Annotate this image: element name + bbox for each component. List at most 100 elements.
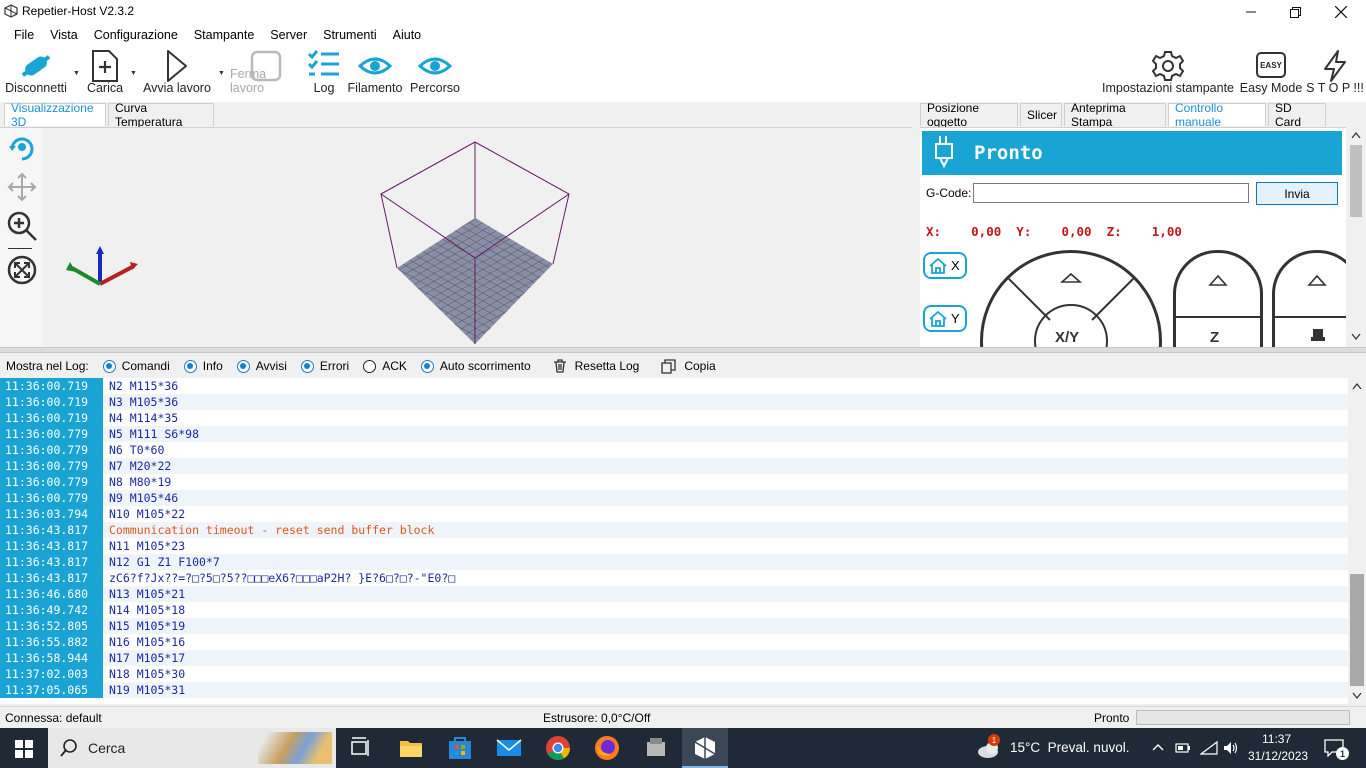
task-view-icon[interactable]: [347, 734, 375, 762]
log-filter-commands[interactable]: Comandi: [102, 359, 170, 373]
log-timestamp: 11:36:00.779: [0, 490, 103, 506]
home-y-button[interactable]: Y: [923, 305, 967, 332]
rotate-icon[interactable]: [7, 134, 37, 164]
zoom-icon[interactable]: [6, 210, 38, 242]
log-filter-label: Mostra nel Log:: [6, 359, 89, 373]
menu-help[interactable]: Aiuto: [385, 28, 430, 42]
disconnect-dropdown-icon[interactable]: ▼: [73, 70, 80, 77]
tab-manual-control[interactable]: Controllo manuale: [1168, 101, 1266, 129]
clock-time[interactable]: 11:37: [1262, 732, 1291, 746]
tab-sd-card[interactable]: SD Card: [1268, 101, 1326, 129]
log-list[interactable]: 11:36:00.719 N2 M115*36 11:36:00.719 N3 M10…: [0, 378, 1348, 704]
log-filter-info[interactable]: Info: [183, 359, 223, 373]
repetier-taskbar-button[interactable]: [682, 728, 728, 768]
menu-file[interactable]: File: [6, 28, 42, 42]
toolbar-divider: [8, 248, 32, 249]
gear-icon: [1151, 51, 1185, 81]
list-icon: [307, 50, 339, 76]
log-row: 11:36:00.719 N2 M115*36: [0, 378, 1348, 394]
restore-button[interactable]: [1272, 0, 1318, 24]
gcode-label: G-Code:: [926, 186, 972, 200]
send-gcode-button[interactable]: Invia: [1256, 182, 1338, 205]
app-generic-icon[interactable]: [642, 734, 670, 762]
panel-splitter[interactable]: [0, 347, 1366, 353]
printer-settings-button[interactable]: Impostazioni stampante: [1102, 46, 1234, 100]
repetier-app-icon: [694, 737, 716, 759]
file-explorer-icon[interactable]: [397, 734, 425, 762]
scroll-thumb[interactable]: [1350, 574, 1364, 686]
move-icon[interactable]: [7, 172, 37, 202]
tab-object-position[interactable]: Posizione oggetto: [920, 101, 1018, 129]
log-filter-warnings[interactable]: Avvisi: [236, 359, 287, 373]
toolbar: Disconnetti ▼ Carica ▼ Avvia lavoro ▼ Fe…: [0, 46, 1366, 102]
menu-printer[interactable]: Stampante: [186, 28, 262, 42]
weather-text[interactable]: 15°C Preval. nuvol.: [1010, 740, 1129, 755]
log-message: N2 M115*36: [109, 379, 179, 393]
file-add-icon: [92, 50, 118, 82]
scroll-thumb[interactable]: [1350, 145, 1362, 217]
home-icon: [929, 257, 947, 274]
mail-icon[interactable]: [495, 734, 523, 762]
jog-z-pad[interactable]: Z: [1173, 250, 1263, 347]
log-row: 11:36:49.742 N14 M105*18: [0, 602, 1348, 618]
menu-server[interactable]: Server: [262, 28, 315, 42]
menu-view[interactable]: Vista: [42, 28, 86, 42]
home-x-button[interactable]: X: [923, 252, 967, 279]
log-row: 11:37:05.065 N19 M105*31: [0, 682, 1348, 698]
3d-viewport[interactable]: [0, 127, 912, 348]
gcode-input[interactable]: [973, 183, 1249, 203]
log-button[interactable]: Log: [306, 46, 342, 100]
battery-icon[interactable]: [1175, 742, 1191, 754]
tab-3d-view[interactable]: Visualizzazione 3D: [4, 101, 106, 129]
minimize-button[interactable]: [1228, 0, 1274, 24]
jog-extruder-pad[interactable]: [1272, 250, 1346, 347]
log-message: N17 M105*17: [109, 651, 186, 665]
fit-view-icon[interactable]: [6, 254, 38, 286]
start-job-button[interactable]: Avvia lavoro: [142, 46, 212, 100]
tab-print-preview[interactable]: Anteprima Stampa: [1064, 101, 1166, 129]
load-button[interactable]: Carica: [84, 46, 126, 100]
log-message: N16 M105*16: [109, 635, 186, 649]
stop-job-button[interactable]: Ferma lavoro: [230, 46, 302, 100]
menu-config[interactable]: Configurazione: [86, 28, 186, 42]
taskbar-search[interactable]: Cerca: [48, 728, 336, 768]
log-scrollbar[interactable]: [1348, 378, 1366, 704]
reset-log-button[interactable]: Resetta Log: [553, 359, 639, 373]
chevron-up-icon[interactable]: [1152, 743, 1164, 751]
firefox-icon[interactable]: [593, 734, 621, 762]
disconnect-label: Disconnetti: [5, 81, 67, 95]
filament-button[interactable]: Filamento: [346, 46, 404, 100]
windows-start-icon[interactable]: [15, 740, 33, 758]
volume-icon[interactable]: [1222, 740, 1240, 756]
jog-xy-label: X/Y: [1055, 329, 1080, 346]
trash-icon: [553, 359, 566, 373]
log-autoscroll[interactable]: Auto scorrimento: [420, 359, 531, 373]
clock-date[interactable]: 31/12/2023: [1248, 749, 1308, 763]
tab-temperature-curve[interactable]: Curva Temperatura: [108, 101, 214, 129]
close-button[interactable]: [1318, 0, 1364, 24]
tab-slicer[interactable]: Slicer: [1020, 103, 1062, 126]
start-job-label: Avvia lavoro: [143, 81, 211, 95]
emergency-stop-button[interactable]: S T O P !!!: [1306, 46, 1364, 100]
store-icon[interactable]: [446, 734, 474, 762]
copy-log-button[interactable]: Copia: [661, 358, 716, 374]
load-dropdown-icon[interactable]: ▼: [130, 70, 137, 77]
path-button[interactable]: Percorso: [408, 46, 462, 100]
wifi-icon[interactable]: [1200, 740, 1218, 756]
log-filter-ack[interactable]: ACK: [363, 359, 407, 373]
extruder-icon: [935, 136, 953, 169]
right-panel-scrollbar[interactable]: [1348, 127, 1364, 347]
easy-mode-button[interactable]: EASY Easy Mode: [1238, 46, 1304, 100]
checked-radio-icon: [300, 359, 314, 373]
eye-icon: [418, 57, 452, 75]
chrome-icon[interactable]: [544, 734, 572, 762]
menu-tools[interactable]: Strumenti: [315, 28, 385, 42]
start-job-dropdown-icon[interactable]: ▼: [218, 70, 225, 77]
log-timestamp: 11:36:00.779: [0, 474, 103, 490]
axis-gizmo: [66, 246, 138, 286]
disconnect-button[interactable]: Disconnetti: [4, 46, 68, 100]
position-readout: X: 0,00 Y: 0,00 Z: 1,00: [926, 224, 1182, 239]
jog-xy-pad[interactable]: X/Y: [980, 250, 1162, 347]
log-filter-errors[interactable]: Errori: [300, 359, 349, 373]
left-panel: Visualizzazione 3D Curva Temperatura: [0, 101, 914, 348]
